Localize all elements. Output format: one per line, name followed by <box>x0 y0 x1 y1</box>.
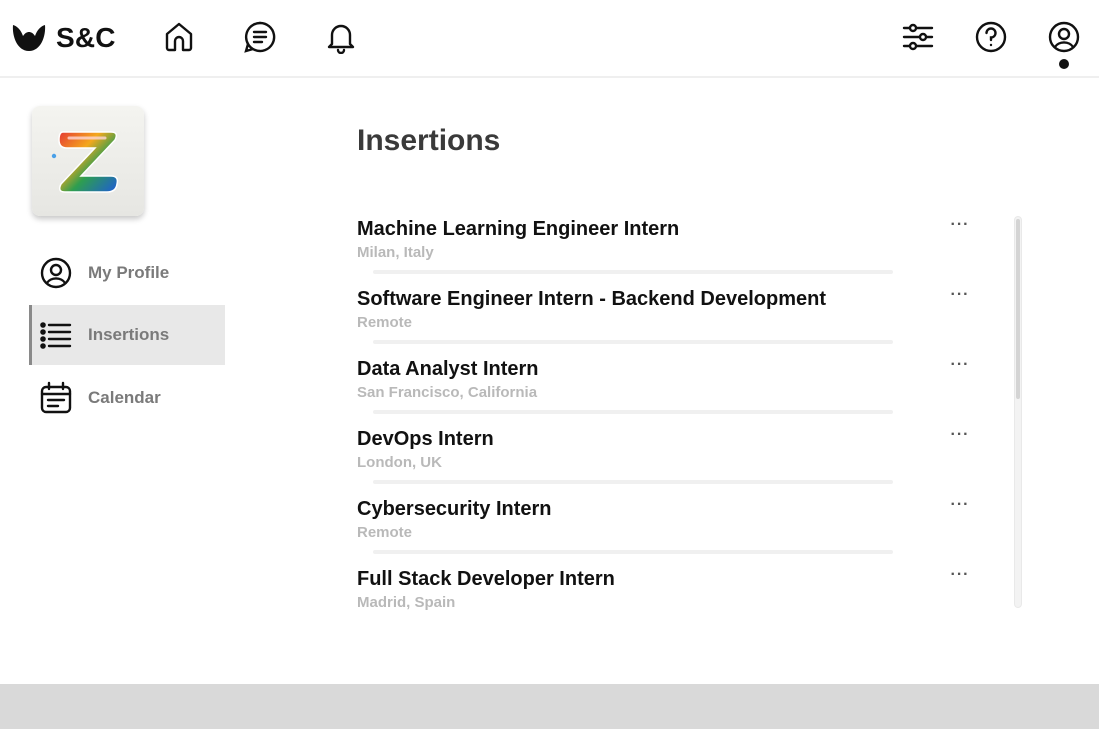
user-circle-icon <box>39 256 73 290</box>
insertions-list: Machine Learning Engineer Intern Milan, … <box>357 210 997 630</box>
scrollbar-thumb[interactable] <box>1016 219 1020 399</box>
divider <box>373 410 893 414</box>
list-item[interactable]: Full Stack Developer Intern Madrid, Spai… <box>357 560 997 630</box>
list-item[interactable]: Machine Learning Engineer Intern Milan, … <box>357 210 997 280</box>
home-icon[interactable] <box>160 18 198 56</box>
sidebar-item-label: Insertions <box>88 325 170 344</box>
sidebar-item-insertions[interactable]: Insertions <box>29 305 225 365</box>
sidebar-item-calendar[interactable]: Calendar <box>29 368 225 428</box>
list-item[interactable]: Data Analyst Intern San Francisco, Calif… <box>357 350 997 420</box>
scrollbar[interactable] <box>1014 216 1022 608</box>
list-icon <box>39 318 73 352</box>
sliders-icon[interactable] <box>899 18 937 56</box>
z-app-logo-icon <box>51 131 119 193</box>
brand[interactable]: S&C <box>11 20 116 56</box>
s-and-c-logo-icon <box>12 25 46 51</box>
item-location: Madrid, Spain <box>357 594 456 611</box>
more-options-icon[interactable]: ··· <box>947 566 973 588</box>
item-location: Remote <box>357 524 413 541</box>
sidebar-item-label: Calendar <box>88 388 161 407</box>
more-options-icon[interactable]: ··· <box>947 426 973 448</box>
item-title: Full Stack Developer Intern <box>357 568 615 590</box>
sidebar-item-my-profile[interactable]: My Profile <box>29 243 225 303</box>
app-logo <box>32 106 144 216</box>
user-icon[interactable] <box>1045 18 1083 56</box>
more-options-icon[interactable]: ··· <box>947 356 973 378</box>
more-options-icon[interactable]: ··· <box>947 286 973 308</box>
divider <box>373 550 893 554</box>
footer-bar <box>0 684 1099 729</box>
list-item[interactable]: Software Engineer Intern - Backend Devel… <box>357 280 997 350</box>
item-title: Software Engineer Intern - Backend Devel… <box>357 288 826 310</box>
brand-name: S&C <box>56 22 116 53</box>
list-item[interactable]: DevOps Intern London, UK ··· <box>357 420 997 490</box>
item-title: DevOps Intern <box>357 428 494 450</box>
item-location: Milan, Italy <box>357 244 434 261</box>
calendar-icon <box>39 381 73 415</box>
item-title: Machine Learning Engineer Intern <box>357 218 680 240</box>
divider <box>373 340 893 344</box>
sidebar-item-label: My Profile <box>88 263 170 282</box>
help-icon[interactable] <box>972 18 1010 56</box>
more-options-icon[interactable]: ··· <box>947 216 973 238</box>
item-title: Data Analyst Intern <box>357 358 539 380</box>
item-location: San Francisco, California <box>357 384 538 401</box>
top-bar: S&C <box>0 0 1099 78</box>
more-options-icon[interactable]: ··· <box>947 496 973 518</box>
item-title: Cybersecurity Intern <box>357 498 552 520</box>
chat-icon[interactable] <box>241 18 279 56</box>
item-location: London, UK <box>357 454 442 471</box>
bell-icon[interactable] <box>322 18 360 56</box>
page-title: Insertions <box>357 124 501 157</box>
divider <box>373 270 893 274</box>
active-indicator-dot <box>1059 59 1069 69</box>
divider <box>373 480 893 484</box>
list-item[interactable]: Cybersecurity Intern Remote ··· <box>357 490 997 560</box>
item-location: Remote <box>357 314 413 331</box>
